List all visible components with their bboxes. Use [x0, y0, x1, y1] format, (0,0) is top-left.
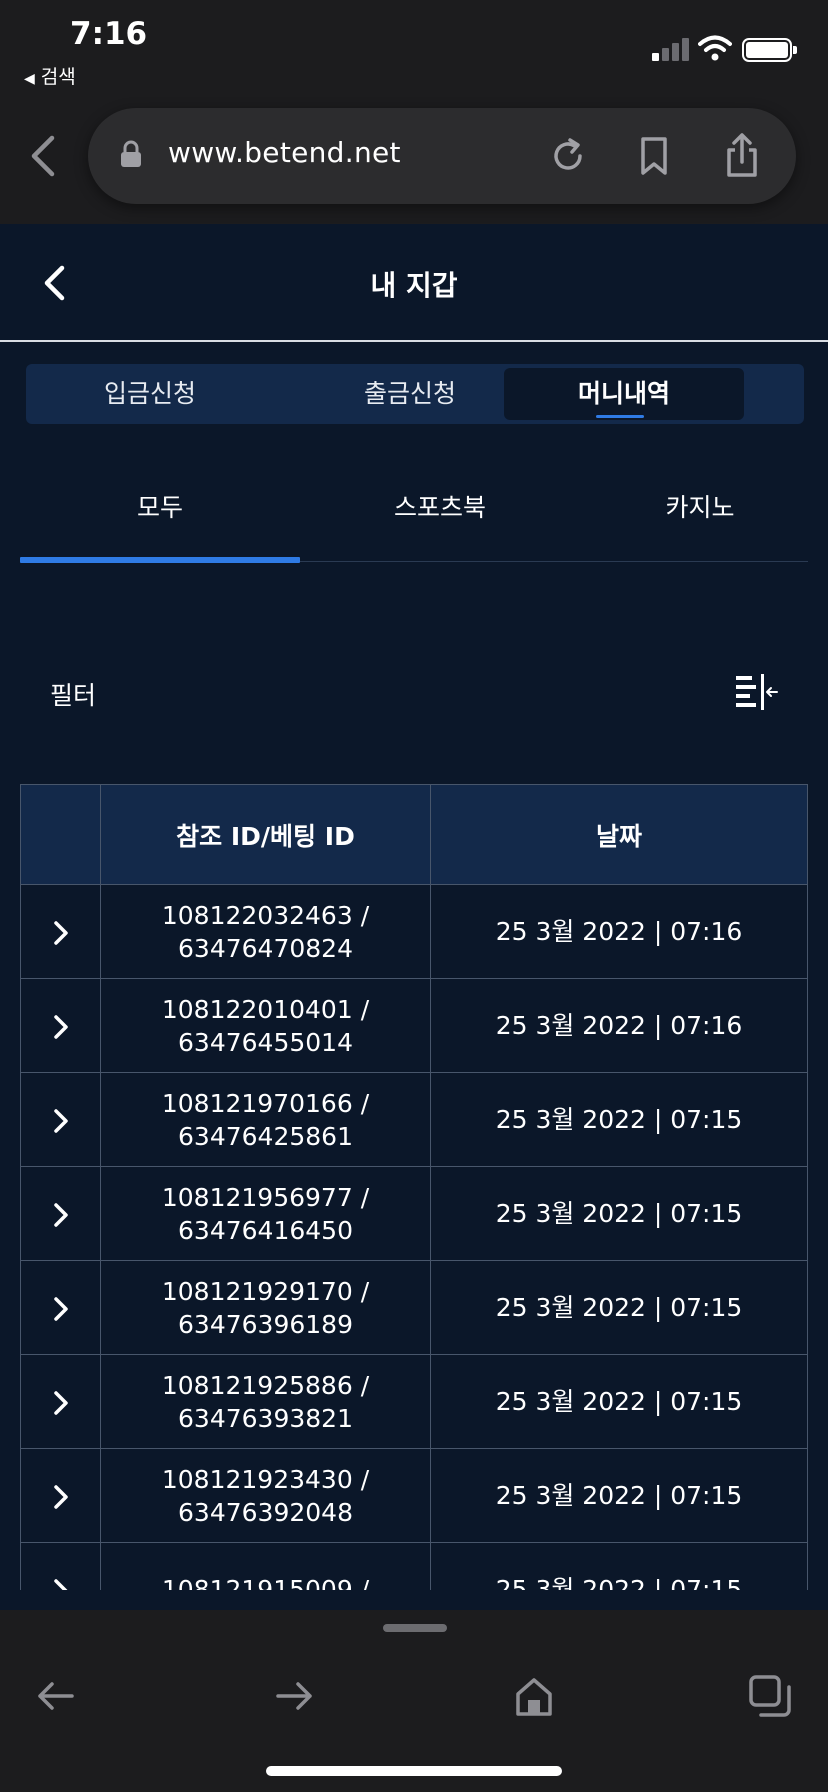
row-date: 25 3월 2022 | 07:15	[430, 1260, 808, 1355]
wifi-icon	[698, 35, 732, 61]
row-expand-cell[interactable]	[20, 1448, 101, 1543]
row-expand-cell[interactable]	[20, 1072, 101, 1167]
transaction-table: 참조 ID/베팅 ID 날짜 108122032463 /63476470824…	[20, 784, 808, 1590]
table-header-date: 날짜	[430, 784, 808, 885]
row-expand-cell[interactable]	[20, 1354, 101, 1449]
row-expand-cell[interactable]	[20, 978, 101, 1073]
chevron-right-icon[interactable]	[52, 1484, 70, 1510]
browser-bottom-toolbar	[0, 1610, 828, 1792]
row-expand-cell[interactable]	[20, 1166, 101, 1261]
address-bar[interactable]: www.betend.net	[88, 108, 796, 204]
table-row[interactable]: 108122032463 /63476470824 25 3월 2022 | 07…	[20, 884, 808, 979]
row-expand-cell[interactable]	[20, 1542, 101, 1590]
row-ref-bet-id: 108121929170 /63476396189	[100, 1260, 431, 1355]
sub-tabs: 모두 스포츠북 카지노	[20, 470, 808, 563]
row-ref-bet-id: 108122032463 /63476470824	[100, 884, 431, 979]
filter-collapse-icon[interactable]	[734, 672, 778, 712]
home-indicator	[266, 1766, 562, 1776]
chevron-right-icon[interactable]	[52, 920, 70, 946]
toolbar-grabber[interactable]	[383, 1624, 447, 1632]
main-tabs: 입금신청 출금신청 머니내역	[26, 364, 804, 424]
row-ref-bet-id: 108121925886 /63476393821	[100, 1354, 431, 1449]
share-icon[interactable]	[724, 132, 760, 178]
chevron-right-icon[interactable]	[52, 1108, 70, 1134]
table-header-ref-id: 참조 ID/베팅 ID	[100, 784, 431, 885]
row-ref-bet-id: 108121923430 /63476392048	[100, 1448, 431, 1543]
chevron-right-icon[interactable]	[52, 1578, 70, 1590]
chevron-right-icon[interactable]	[52, 1390, 70, 1416]
tabs-icon[interactable]	[748, 1674, 792, 1718]
battery-icon	[742, 38, 797, 62]
status-time: 7:16	[70, 16, 148, 52]
row-bet-id: 63476392048	[178, 1497, 353, 1527]
table-row[interactable]: 108122010401 /63476455014 25 3월 2022 | 07…	[20, 978, 808, 1073]
table-row[interactable]: 108121915009 / 25 3월 2022 | 07:15	[20, 1542, 808, 1590]
row-bet-id: 63476470824	[178, 933, 353, 963]
row-bet-id: 63476393821	[178, 1403, 353, 1433]
row-ref-id: 108121915009 /	[161, 1575, 370, 1590]
row-ref-id: 108122032463 /	[161, 900, 370, 930]
table-row[interactable]: 108121970166 /63476425861 25 3월 2022 | 07…	[20, 1072, 808, 1167]
back-triangle-icon: ◀	[24, 71, 35, 87]
row-bet-id: 63476416450	[178, 1215, 353, 1245]
row-date: 25 3월 2022 | 07:15	[430, 1448, 808, 1543]
reload-icon[interactable]	[548, 136, 588, 176]
table-header-expand	[20, 784, 101, 885]
browser-top-chrome: 7:16 ◀ 검색 www.betend.net	[0, 0, 828, 224]
row-ref-bet-id: 108121915009 /	[100, 1542, 431, 1590]
status-back-label: 검색	[40, 66, 76, 88]
page-title: 내 지갑	[370, 269, 458, 302]
signal-icon	[652, 37, 692, 61]
row-ref-id: 108121929170 /	[161, 1276, 370, 1306]
subtab-casino[interactable]: 카지노	[580, 488, 820, 524]
arrow-right-icon[interactable]	[272, 1674, 316, 1718]
table-row[interactable]: 108121923430 /63476392048 25 3월 2022 | 07…	[20, 1448, 808, 1543]
row-expand-cell[interactable]	[20, 884, 101, 979]
chevron-right-icon[interactable]	[52, 1202, 70, 1228]
row-ref-bet-id: 108121970166 /63476425861	[100, 1072, 431, 1167]
page-header: 내 지갑	[0, 224, 828, 342]
url-text[interactable]: www.betend.net	[168, 136, 401, 169]
row-ref-id: 108121923430 /	[161, 1464, 370, 1494]
subtab-sportsbook[interactable]: 스포츠북	[300, 488, 580, 524]
subtab-active-indicator	[20, 557, 300, 563]
row-ref-id: 108121970166 /	[161, 1088, 370, 1118]
row-bet-id: 63476425861	[178, 1121, 353, 1151]
table-row[interactable]: 108121925886 /63476393821 25 3월 2022 | 07…	[20, 1354, 808, 1449]
tab-deposit-request[interactable]: 입금신청	[30, 368, 270, 420]
row-date: 25 3월 2022 | 07:15	[430, 1354, 808, 1449]
status-back-to-app[interactable]: ◀ 검색	[24, 62, 76, 89]
row-bet-id: 63476455014	[178, 1027, 353, 1057]
browser-back-chevron-icon[interactable]	[26, 132, 60, 180]
chevron-right-icon[interactable]	[52, 1014, 70, 1040]
row-date: 25 3월 2022 | 07:16	[430, 884, 808, 979]
row-date: 25 3월 2022 | 07:15	[430, 1166, 808, 1261]
row-ref-bet-id: 108121956977 /63476416450	[100, 1166, 431, 1261]
row-date: 25 3월 2022 | 07:15	[430, 1542, 808, 1590]
arrow-left-icon[interactable]	[34, 1674, 78, 1718]
tab-withdraw-request[interactable]: 출금신청	[290, 368, 530, 420]
table-row[interactable]: 108121956977 /63476416450 25 3월 2022 | 07…	[20, 1166, 808, 1261]
filter-label[interactable]: 필터	[50, 676, 96, 712]
table-row[interactable]: 108121929170 /63476396189 25 3월 2022 | 07…	[20, 1260, 808, 1355]
lock-icon	[121, 140, 141, 167]
row-bet-id: 63476396189	[178, 1309, 353, 1339]
subtab-all[interactable]: 모두	[20, 488, 300, 524]
row-ref-id: 108121925886 /	[161, 1370, 370, 1400]
chevron-right-icon[interactable]	[52, 1296, 70, 1322]
row-date: 25 3월 2022 | 07:15	[430, 1072, 808, 1167]
row-date: 25 3월 2022 | 07:16	[430, 978, 808, 1073]
row-expand-cell[interactable]	[20, 1260, 101, 1355]
bookmark-icon[interactable]	[638, 136, 670, 176]
tab-money-history[interactable]: 머니내역	[504, 368, 744, 420]
row-ref-bet-id: 108122010401 /63476455014	[100, 978, 431, 1073]
home-icon[interactable]	[512, 1674, 556, 1718]
row-ref-id: 108122010401 /	[161, 994, 370, 1024]
row-ref-id: 108121956977 /	[161, 1182, 370, 1212]
table-header-row: 참조 ID/베팅 ID 날짜	[20, 784, 808, 885]
